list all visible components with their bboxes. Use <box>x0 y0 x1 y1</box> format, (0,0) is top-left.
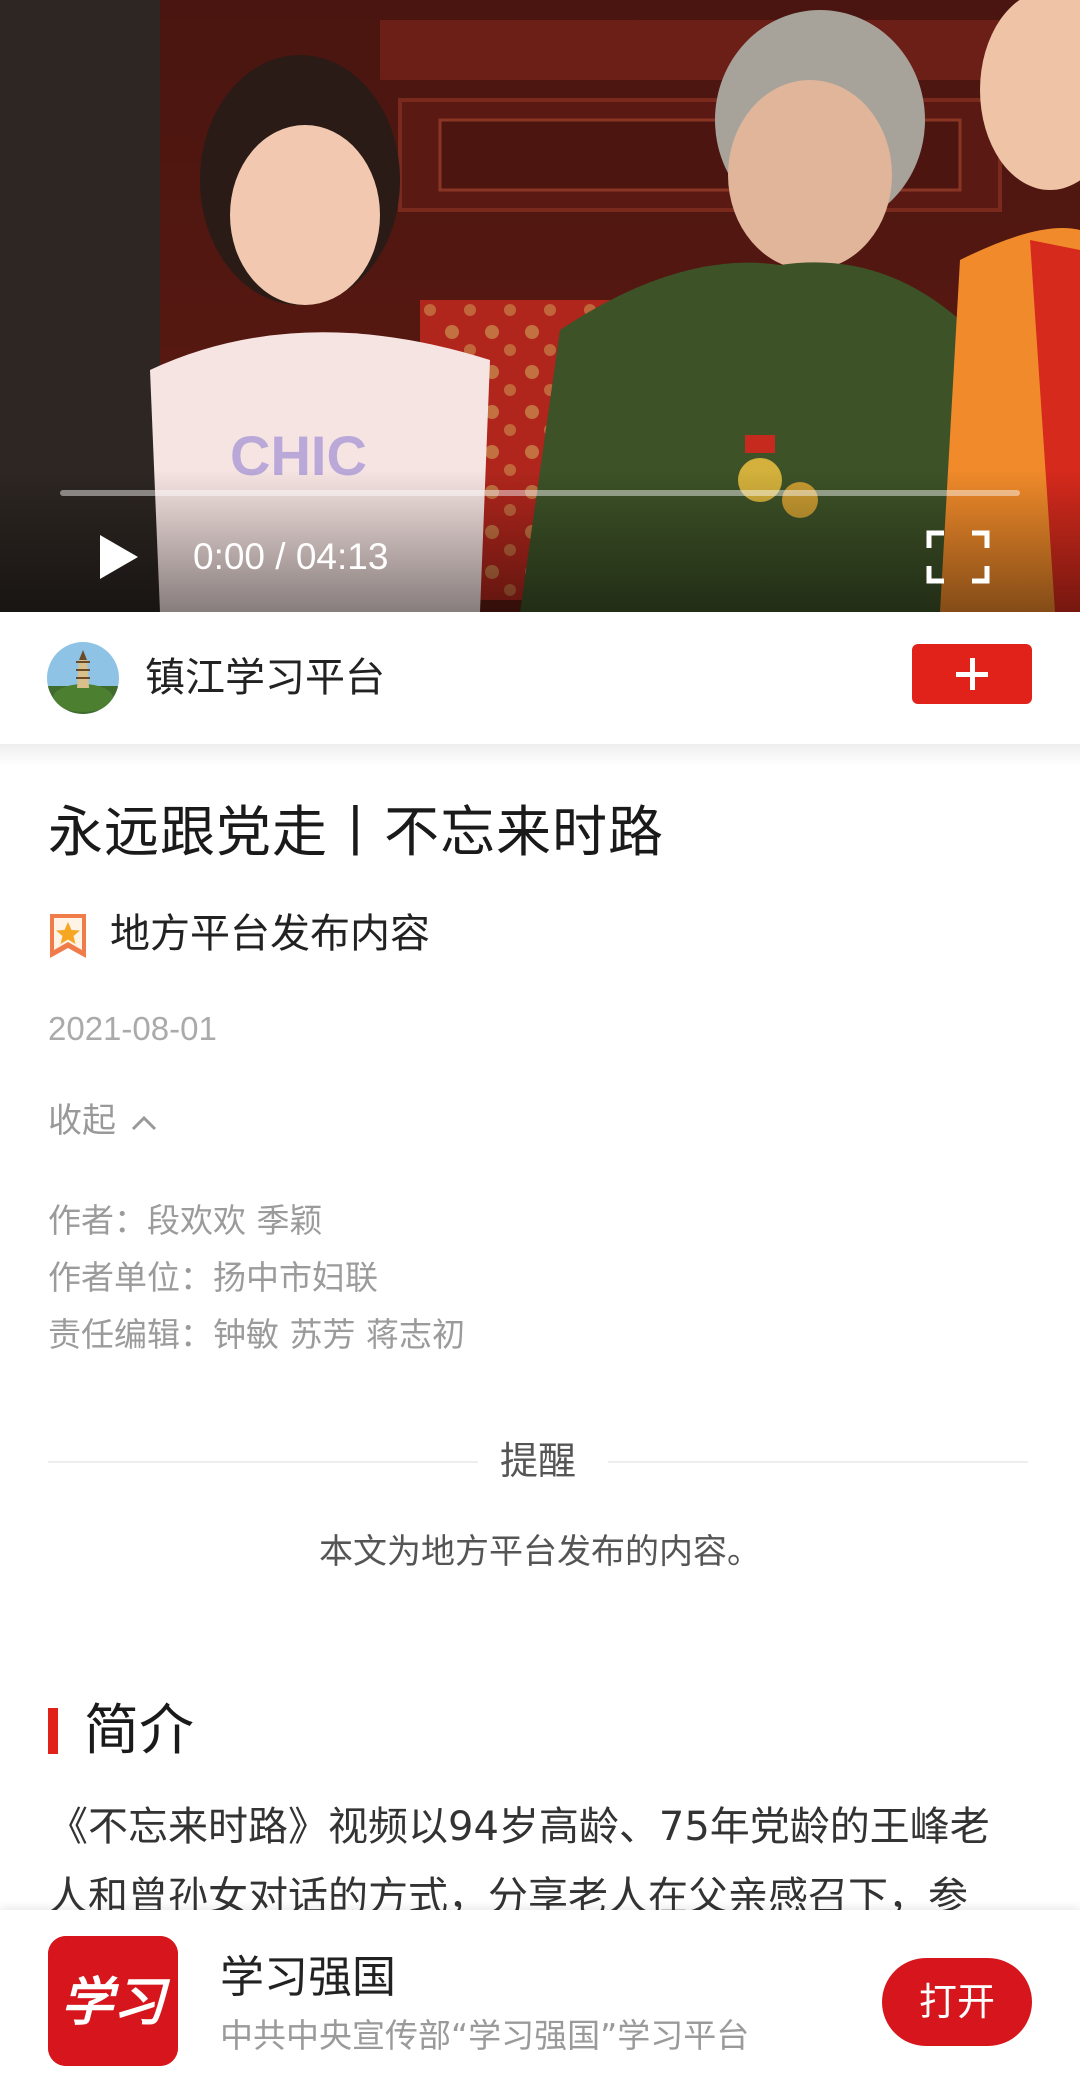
reminder-text: 本文为地方平台发布的内容。 <box>319 1532 761 1572</box>
section-accent-bar <box>48 1708 58 1754</box>
video-controls: 0:00 / 04:13 <box>0 470 1080 612</box>
app-logo[interactable]: 学习 <box>48 1936 178 2066</box>
video-time: 0:00 / 04:13 <box>193 536 389 577</box>
avatar[interactable] <box>47 642 119 714</box>
article-title: 永远跟党走丨不忘来时路 <box>48 800 665 864</box>
video-player[interactable]: CHIC 0:00 / 04:13 <box>0 0 1080 612</box>
collapse-toggle[interactable]: 收起 <box>48 1098 158 1144</box>
article-meta: 作者：段欢欢 季颖 作者单位：扬中市妇联 责任编辑：钟敏 苏芳 蒋志初 <box>48 1192 465 1363</box>
meta-editors: 责任编辑：钟敏 苏芳 蒋志初 <box>48 1315 465 1354</box>
reminder-header: 提醒 <box>48 1432 1028 1492</box>
meta-author-unit: 作者单位：扬中市妇联 <box>48 1258 378 1297</box>
app-download-banner[interactable]: 学习 学习强国 中共中央宣传部“学习强国”学习平台 打开 <box>0 1910 1080 2087</box>
progress-bar[interactable] <box>60 490 1020 496</box>
reminder-title: 提醒 <box>499 1439 576 1483</box>
divider <box>0 744 1080 766</box>
account-bar: 镇江学习平台 <box>0 612 1080 744</box>
fullscreen-icon[interactable] <box>926 530 990 584</box>
xuexi-logo-icon: 学习 <box>48 1936 178 2066</box>
source-label: 地方平台发布内容 <box>110 911 430 957</box>
app-name: 学习强国 <box>220 1952 396 2003</box>
meta-author: 作者：段欢欢 季颖 <box>48 1201 323 1240</box>
open-app-button[interactable]: 打开 <box>882 1958 1032 2046</box>
app-description: 中共中央宣传部“学习强国”学习平台 <box>220 2016 750 2055</box>
chevron-up-icon <box>131 1115 157 1130</box>
intro-line: 《不忘来时路》视频以94岁高龄、75年党龄的王峰老 <box>48 1804 990 1850</box>
account-name[interactable]: 镇江学习平台 <box>145 652 385 704</box>
play-icon[interactable] <box>96 532 142 582</box>
follow-button[interactable] <box>912 644 1032 704</box>
publish-date: 2021-08-01 <box>48 1010 217 1047</box>
intro-heading: 简介 <box>84 1698 195 1762</box>
local-platform-badge-icon <box>50 914 86 958</box>
logo-text: 学习 <box>61 1972 171 2033</box>
collapse-label: 收起 <box>48 1101 116 1141</box>
